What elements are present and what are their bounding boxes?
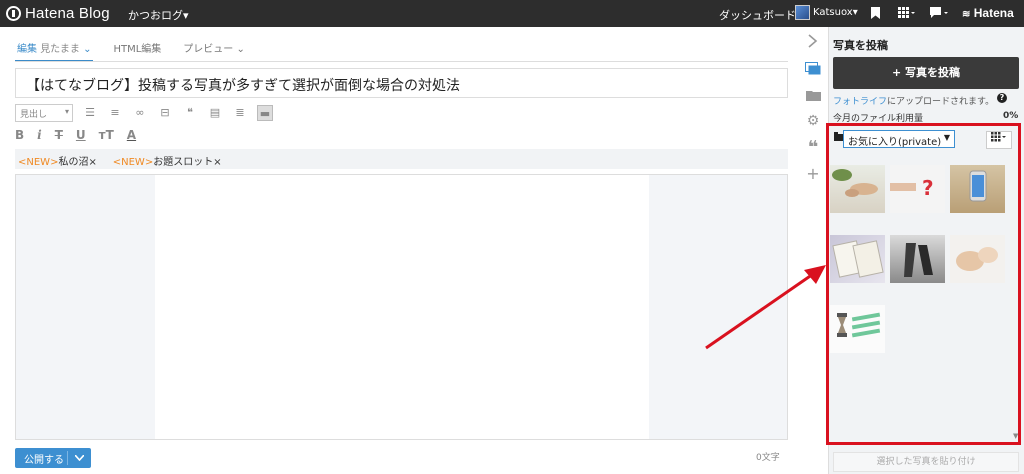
highlight-frame bbox=[826, 123, 1021, 445]
plus-icon[interactable]: + bbox=[805, 166, 821, 182]
collapse-panel-icon[interactable] bbox=[805, 34, 821, 50]
link-icon[interactable]: ∞ bbox=[132, 105, 148, 121]
numbered-list-icon[interactable]: ≡ bbox=[107, 105, 123, 121]
text-color-icon[interactable]: A bbox=[127, 127, 136, 143]
tab-html[interactable]: HTML編集 bbox=[111, 34, 163, 62]
underline-icon[interactable]: U bbox=[76, 127, 86, 143]
wifi-icon: ≋ bbox=[962, 9, 971, 20]
annotation-arrow bbox=[705, 265, 826, 350]
photo-icon[interactable] bbox=[805, 62, 821, 78]
close-icon[interactable]: × bbox=[213, 157, 221, 168]
chevron-down-icon: ⌄ bbox=[83, 44, 92, 55]
post-photo-button[interactable]: + 写真を投稿 bbox=[833, 57, 1019, 89]
grid-icon[interactable] bbox=[898, 7, 916, 21]
hatena-blog-logo[interactable]: Hatena Blog bbox=[6, 4, 110, 23]
code-block-icon[interactable]: ▤ bbox=[207, 105, 223, 121]
more-icon[interactable]: ▬ bbox=[257, 105, 273, 121]
publish-button[interactable]: 公開する bbox=[15, 448, 91, 468]
editor-canvas[interactable] bbox=[15, 174, 788, 440]
char-count: 0文字 bbox=[756, 453, 780, 463]
tab-wysiwyg[interactable]: 編集 見たまま ⌄ bbox=[15, 34, 94, 62]
hatena-logo-icon bbox=[6, 6, 21, 21]
avatar bbox=[795, 5, 810, 20]
bullet-list-icon[interactable]: ☰ bbox=[82, 105, 98, 121]
folder-icon[interactable] bbox=[805, 89, 821, 105]
tabs-divider bbox=[15, 61, 788, 62]
hatena-brand-link[interactable]: ≋ Hatena bbox=[962, 6, 1014, 20]
upload-note: フォトライフにアップロードされます。 bbox=[833, 97, 995, 107]
table-icon[interactable]: ⊟ bbox=[157, 105, 173, 121]
strikethrough-icon[interactable]: T bbox=[55, 127, 63, 143]
quote-icon[interactable]: ❝ bbox=[182, 105, 198, 121]
dashboard-link[interactable]: ダッシュボード bbox=[719, 7, 796, 23]
align-icon[interactable]: ≣ bbox=[232, 105, 248, 121]
text-style-toolbar: B i T U ᴛT A bbox=[15, 125, 136, 145]
tag-item[interactable]: <NEW>お題スロット× bbox=[113, 157, 222, 168]
tag-item[interactable]: <NEW>私の沼× bbox=[18, 157, 97, 168]
heading-select[interactable]: 見出し bbox=[15, 104, 73, 122]
chevron-down-icon[interactable] bbox=[68, 453, 91, 464]
quote-icon[interactable]: ❝ bbox=[805, 139, 821, 157]
paste-selected-button[interactable]: 選択した写真を貼り付け bbox=[833, 452, 1019, 472]
title-input[interactable]: 【はてなブログ】投稿する写真が多すぎて選択が面倒な場合の対処法 bbox=[15, 68, 788, 98]
panel-title: 写真を投稿 bbox=[833, 39, 888, 52]
editor-tabs: 編集 見たまま ⌄ HTML編集 プレビュー ⌄ bbox=[15, 34, 247, 62]
tab-preview[interactable]: プレビュー ⌄ bbox=[181, 34, 247, 62]
chevron-down-icon: ⌄ bbox=[236, 44, 245, 55]
bold-icon[interactable]: B bbox=[15, 127, 24, 143]
editor-body[interactable] bbox=[155, 175, 649, 439]
help-icon[interactable]: ? bbox=[997, 93, 1007, 103]
chat-icon[interactable] bbox=[930, 7, 950, 21]
blog-switcher[interactable]: かつおログ▾ bbox=[128, 7, 189, 23]
top-bar: Hatena Blog かつおログ▾ ダッシュボード Katsuox▾ ≋ Ha… bbox=[0, 0, 1024, 27]
italic-icon[interactable]: i bbox=[37, 127, 42, 143]
usage-value: 0% bbox=[1003, 111, 1019, 121]
fotolife-link[interactable]: フォトライフ bbox=[833, 97, 887, 107]
format-toolbar: 見出し ☰ ≡ ∞ ⊟ ❝ ▤ ≣ ▬ bbox=[15, 103, 273, 123]
user-menu[interactable]: Katsuox▾ bbox=[795, 5, 858, 20]
close-icon[interactable]: × bbox=[88, 157, 96, 168]
bookmark-icon[interactable] bbox=[871, 7, 880, 22]
font-size-icon[interactable]: ᴛT bbox=[99, 127, 114, 143]
gear-icon[interactable]: ⚙ bbox=[805, 113, 821, 129]
category-tags: <NEW>私の沼× <NEW>お題スロット× bbox=[15, 149, 788, 169]
